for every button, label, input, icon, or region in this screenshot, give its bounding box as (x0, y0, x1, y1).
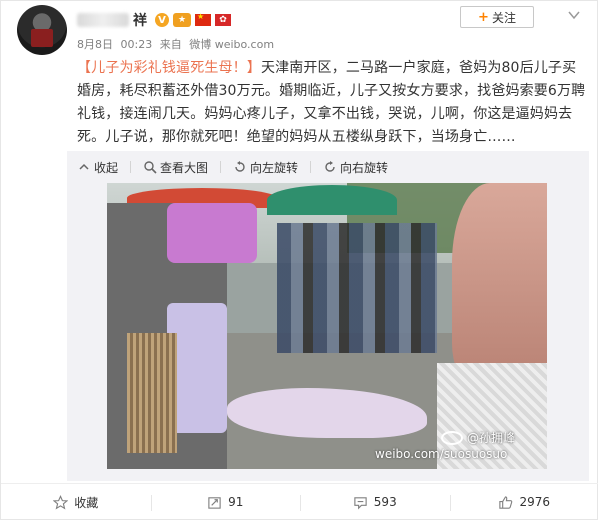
post-text: 【儿子为彩礼钱逼死生母！】天津南开区，二马路一户家庭，爸妈为80后儿子买婚房，耗… (77, 57, 589, 149)
avatar[interactable] (17, 5, 67, 55)
plus-icon: + (478, 9, 489, 25)
watermark-handle: @孙拥峰 (467, 431, 516, 445)
account-name-row: 祥 V ★ ✿ (77, 9, 231, 31)
post-photo[interactable] (107, 183, 547, 469)
account-name-suffix[interactable]: 祥 (133, 10, 147, 30)
china-flag-badge-icon[interactable] (195, 12, 211, 26)
toolbar-divider (310, 161, 312, 173)
watermark-url: weibo.com/suosuosuo (375, 447, 508, 461)
photo-watermark: @孙拥峰 (441, 429, 515, 446)
rotate-left-icon (235, 161, 245, 172)
view-large-label: 查看大图 (160, 160, 209, 175)
repost-button[interactable]: 91 (150, 484, 301, 520)
rotate-right-label: 向右旋转 (340, 160, 389, 175)
hong-kong-flag-badge-icon[interactable]: ✿ (215, 14, 231, 26)
comment-count: 593 (373, 495, 397, 509)
toolbar-divider (220, 161, 222, 173)
collapse-label: 收起 (94, 160, 119, 175)
post-source[interactable]: 微博 weibo.com (189, 38, 274, 51)
photo-striped-cloth (127, 333, 177, 453)
post-footer: 收藏 91 593 2976 (1, 483, 598, 520)
star-icon (53, 494, 69, 509)
collapse-button[interactable]: 收起 (77, 159, 118, 176)
favorite-label: 收藏 (74, 495, 99, 510)
repost-count: 91 (228, 495, 244, 509)
follow-label: 关注 (491, 10, 516, 25)
favorite-button[interactable]: 收藏 (1, 484, 151, 520)
image-toolbar: 收起 查看大图 向左旋转 向右旋转 (77, 157, 400, 177)
follow-button[interactable]: + 关注 (460, 6, 534, 28)
view-large-button[interactable]: 查看大图 (143, 159, 208, 176)
post-time[interactable]: 00:23 (121, 38, 153, 51)
photo-green-umbrella (267, 185, 397, 215)
post-date[interactable]: 8月8日 (77, 38, 113, 51)
photo-foreground-face (452, 183, 547, 383)
avatar-photo (31, 29, 53, 47)
photo-toy-plane (167, 203, 257, 263)
post-meta: 8月8日 00:23 来自 微博 weibo.com (77, 36, 278, 52)
rotate-left-button[interactable]: 向左旋转 (233, 159, 298, 176)
rotate-right-button[interactable]: 向右旋转 (323, 159, 388, 176)
source-prefix: 来自 (159, 38, 182, 51)
chevron-down-icon[interactable] (567, 7, 581, 21)
repost-icon (208, 496, 221, 509)
weibo-post-card: 祥 V ★ ✿ 8月8日 00:23 来自 微博 weibo.com + 关注 … (0, 0, 598, 520)
vip-badge-icon[interactable]: V (155, 13, 169, 27)
rotate-left-label: 向左旋转 (250, 160, 299, 175)
rotate-right-icon (325, 161, 335, 172)
like-count: 2976 (519, 495, 551, 509)
weibo-logo-icon (441, 430, 463, 445)
like-button[interactable]: 2976 (449, 484, 598, 520)
photo-crowd (277, 223, 437, 353)
magnifier-icon (144, 161, 157, 174)
toolbar-divider (130, 161, 132, 173)
post-headline[interactable]: 【儿子为彩礼钱逼死生母！】 (77, 60, 261, 76)
comment-button[interactable]: 593 (300, 484, 450, 520)
crown-badge-icon[interactable]: ★ (173, 13, 191, 27)
collapse-icon (79, 163, 89, 170)
comment-icon (354, 496, 367, 509)
thumbs-up-icon (499, 495, 513, 509)
account-name-blurred[interactable] (77, 13, 129, 27)
